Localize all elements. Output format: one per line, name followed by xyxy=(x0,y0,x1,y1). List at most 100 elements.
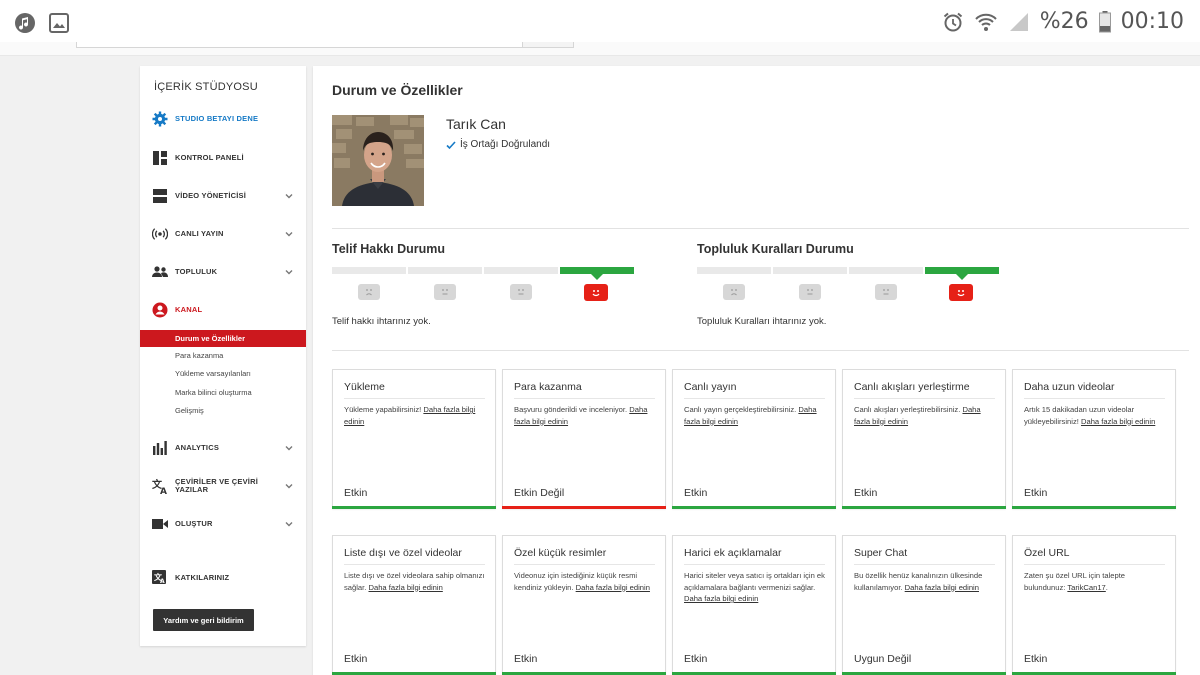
learn-more-link[interactable]: Daha fazla bilgi edinin xyxy=(576,583,650,592)
feature-title: Super Chat xyxy=(854,547,908,559)
status-bar-red xyxy=(502,506,666,509)
feature-status: Etkin xyxy=(854,487,878,499)
sidebar-item-dashboard[interactable]: KONTROL PANELİ xyxy=(140,146,306,170)
sidebar-item-contributions[interactable]: 文A KATKILARINIZ xyxy=(140,566,306,590)
checkmark-icon xyxy=(446,140,456,149)
feature-title: Daha uzun videolar xyxy=(1024,381,1115,393)
svg-text:A: A xyxy=(160,578,165,585)
feature-description: Artık 15 dakikadan uzun videolar yükleye… xyxy=(1024,405,1156,426)
divider xyxy=(332,350,1189,351)
alarm-icon xyxy=(943,12,962,31)
sidebar-subitem-label: Marka bilinci oluşturma xyxy=(175,388,252,397)
feature-description: Harici siteler veya satıcı iş ortakları … xyxy=(684,571,825,603)
sidebar-subitem-label: Yükleme varsayılanları xyxy=(175,369,251,378)
feature-description: Canlı yayın gerçekleştirebilirsiniz. Dah… xyxy=(684,405,817,426)
feature-card-custom-thumbnails: Özel küçük resimler Videonuz için istedi… xyxy=(502,535,666,675)
sidebar-item-create[interactable]: OLUŞTUR xyxy=(140,512,306,536)
sidebar-item-label: OLUŞTUR xyxy=(175,519,213,528)
status-bar-green xyxy=(672,506,836,509)
feature-status: Etkin Değil xyxy=(514,487,565,499)
feature-description: Bu özellik henüz kanalınızın ülkesinde k… xyxy=(854,571,983,592)
chevron-down-icon xyxy=(285,194,293,199)
sidebar-item-studio-beta[interactable]: STUDIO BETAYI DENE xyxy=(140,107,306,131)
sidebar-item-live[interactable]: CANLI YAYIN xyxy=(140,222,306,246)
music-note-icon xyxy=(15,13,35,33)
feature-card-custom-url: Özel URL Zaten şu özel URL için talepte … xyxy=(1012,535,1176,675)
feature-card-unlisted-private: Liste dışı ve özel videolar Liste dışı v… xyxy=(332,535,496,675)
feature-title: Yükleme xyxy=(344,381,385,393)
sidebar-subitem-monetization[interactable]: Para kazanma xyxy=(140,347,306,364)
video-manager-icon xyxy=(152,188,168,204)
sidebar-item-video-manager[interactable]: VİDEO YÖNETİCİSİ xyxy=(140,184,306,208)
sidebar-subitem-status-features[interactable]: Durum ve Özellikler xyxy=(140,330,306,347)
feature-description: Zaten şu özel URL için talepte bulundunu… xyxy=(1024,571,1126,592)
feature-card-upload: Yükleme Yükleme yapabilirsiniz! Daha faz… xyxy=(332,369,496,509)
sad-face-icon xyxy=(358,284,380,300)
feature-status: Etkin xyxy=(344,487,368,499)
sidebar-subitem-upload-defaults[interactable]: Yükleme varsayılanları xyxy=(140,365,306,382)
sidebar-item-label: ÇEVİRİLER VE ÇEVİRİ YAZILAR xyxy=(175,477,258,494)
channel-name[interactable]: Tarık Can xyxy=(446,116,506,132)
sad-face-icon xyxy=(723,284,745,300)
feature-description: Yükleme yapabilirsiniz! Daha fazla bilgi… xyxy=(344,405,476,426)
verified-label: İş Ortağı Doğrulandı xyxy=(460,139,551,150)
feature-status: Uygun Değil xyxy=(854,653,912,665)
feature-card-live: Canlı yayın Canlı yayın gerçekleştirebil… xyxy=(672,369,836,509)
sidebar-title: İÇERİK STÜDYOSU xyxy=(154,81,258,93)
analytics-icon xyxy=(152,440,168,456)
signal-icon xyxy=(1009,12,1028,31)
community-guidelines-status: Topluluk Kuralları Durumu Topluluk Kural… xyxy=(697,242,1007,327)
sidebar-item-channel[interactable]: KANAL xyxy=(140,298,306,322)
battery-percent: %26 xyxy=(1039,9,1089,34)
sidebar-subitem-label: Durum ve Özellikler xyxy=(175,334,246,343)
svg-text:A: A xyxy=(160,487,167,494)
learn-more-link[interactable]: Daha fazla bilgi edinin xyxy=(684,594,758,603)
feature-description: Canlı akışları yerleştirebilirsiniz. Dah… xyxy=(854,405,981,426)
feature-title: Liste dışı ve özel videolar xyxy=(344,547,462,559)
feature-status: Etkin xyxy=(514,653,538,665)
feature-title: Özel küçük resimler xyxy=(514,547,607,559)
feature-status: Etkin xyxy=(684,487,708,499)
neutral-face-icon xyxy=(799,284,821,300)
divider xyxy=(332,228,1189,229)
neutral-face-icon xyxy=(875,284,897,300)
learn-more-link[interactable]: Daha fazla bilgi edinin xyxy=(1081,417,1155,426)
status-bar-green xyxy=(332,506,496,509)
copyright-status-text: Telif hakkı ihtarınız yok. xyxy=(332,316,431,327)
battery-icon xyxy=(1098,10,1111,32)
wifi-icon xyxy=(974,13,997,31)
feature-card-longer-videos: Daha uzun videolar Artık 15 dakikadan uz… xyxy=(1012,369,1176,509)
feature-card-embed-live: Canlı akışları yerleştirme Canlı akışlar… xyxy=(842,369,1006,509)
learn-more-link[interactable]: Daha fazla bilgi edinin xyxy=(905,583,979,592)
feature-title: Para kazanma xyxy=(514,381,582,393)
address-bar[interactable] xyxy=(76,42,524,48)
learn-more-link[interactable]: Daha fazla bilgi edinin xyxy=(369,583,443,592)
status-bar-green xyxy=(1012,506,1176,509)
feature-status: Etkin xyxy=(1024,487,1048,499)
sidebar-item-analytics[interactable]: ANALYTICS xyxy=(140,436,306,460)
sidebar-subitem-advanced[interactable]: Gelişmiş xyxy=(140,402,306,419)
copyright-status-title: Telif Hakkı Durumu xyxy=(332,242,445,256)
search-button[interactable] xyxy=(522,42,574,48)
gear-icon xyxy=(152,111,168,127)
custom-url-link[interactable]: TarikCan17 xyxy=(1067,583,1105,592)
sidebar-item-community[interactable]: TOPLULUK xyxy=(140,260,306,284)
channel-avatar[interactable] xyxy=(332,115,424,206)
sidebar-item-label: VİDEO YÖNETİCİSİ xyxy=(175,191,246,200)
sidebar-item-label: CANLI YAYIN xyxy=(175,229,224,238)
sidebar-subitem-branding[interactable]: Marka bilinci oluşturma xyxy=(140,384,306,401)
feature-title: Canlı yayın xyxy=(684,381,737,393)
feature-status: Etkin xyxy=(1024,653,1048,665)
feature-description: Liste dışı ve özel videolara sahip olman… xyxy=(344,571,485,592)
feature-status: Etkin xyxy=(344,653,368,665)
feature-card-super-chat: Super Chat Bu özellik henüz kanalınızın … xyxy=(842,535,1006,675)
feature-card-external-annotations: Harici ek açıklamalar Harici siteler vey… xyxy=(672,535,836,675)
sidebar-item-translations[interactable]: 文A ÇEVİRİLER VE ÇEVİRİ YAZILAR xyxy=(140,474,306,498)
clock: 00:10 xyxy=(1120,9,1184,34)
sidebar-item-label: KATKILARINIZ xyxy=(175,573,230,582)
chevron-down-icon xyxy=(285,484,293,489)
neutral-face-icon xyxy=(434,284,456,300)
help-feedback-button[interactable]: Yardım ve geri bildirim xyxy=(153,609,254,631)
feature-status: Etkin xyxy=(684,653,708,665)
community-icon xyxy=(152,264,168,280)
